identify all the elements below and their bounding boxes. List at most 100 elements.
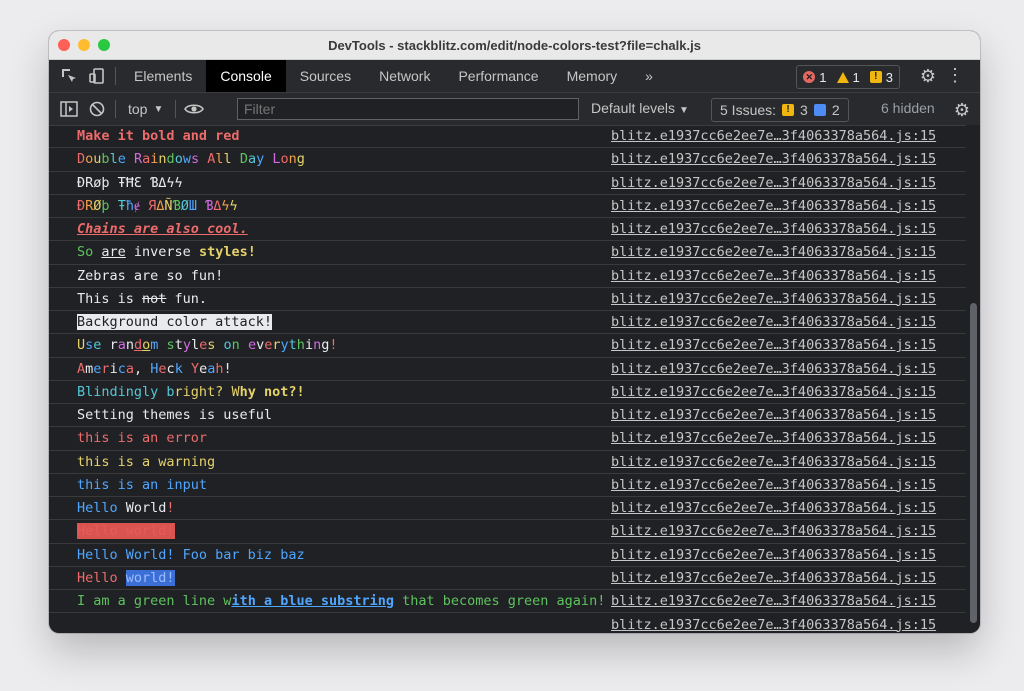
counters[interactable]: ✕ 1 1 ! 3	[796, 65, 900, 89]
inspect-element-icon[interactable]	[55, 60, 83, 92]
source-link[interactable]: blitz.e1937cc6e2ee7e…3f4063378a564.js:15	[611, 430, 936, 446]
settings-gear-icon[interactable]: ⚙	[920, 66, 936, 87]
console-message-row: Hello World! Foo bar biz baz blitz.e1937c…	[49, 544, 966, 567]
console-message-text: this is a warning	[77, 453, 216, 470]
hidden-messages-count: 6 hidden	[881, 100, 935, 116]
console-message-row: So are inverse styles! blitz.e1937cc6e2ee…	[49, 241, 966, 265]
source-link[interactable]: blitz.e1937cc6e2ee7e…3f4063378a564.js:15	[611, 593, 936, 609]
console-message-row: this is an input blitz.e1937cc6e2ee7e…3f4…	[49, 474, 966, 497]
console-message-row: Use random styles on everything! blitz.e1…	[49, 334, 966, 358]
source-link[interactable]: blitz.e1937cc6e2ee7e…3f4063378a564.js:15	[611, 314, 936, 330]
tab-memory[interactable]: Memory	[553, 60, 632, 92]
console-message-row: ÐRØþ Ŧħɇ ЯΔÑƁØШ ƁΔϟϟ blitz.e1937cc6e2ee7e…	[49, 195, 966, 218]
source-link[interactable]: blitz.e1937cc6e2ee7e…3f4063378a564.js:15	[611, 221, 936, 237]
source-link[interactable]: blitz.e1937cc6e2ee7e…3f4063378a564.js:15	[611, 291, 936, 307]
console-message-row: I am a green line with a blue substring …	[49, 590, 966, 614]
console-message-text: Chains are also cool.	[77, 221, 248, 238]
issues-button[interactable]: 5 Issues: ! 3 2	[711, 98, 849, 122]
devtools-window: DevTools - stackblitz.com/edit/node-colo…	[49, 31, 980, 633]
tab-console[interactable]: Console	[206, 60, 286, 92]
more-tabs-button[interactable]: »	[631, 60, 667, 92]
sidebar-toggle-icon[interactable]	[55, 93, 83, 125]
source-link[interactable]: blitz.e1937cc6e2ee7e…3f4063378a564.js:15	[611, 244, 936, 260]
issues-warning-count: 3	[800, 102, 808, 118]
console-message-row: this is an error blitz.e1937cc6e2ee7e…3f4…	[49, 427, 966, 451]
source-link[interactable]: blitz.e1937cc6e2ee7e…3f4063378a564.js:15	[611, 500, 936, 516]
context-label: top	[128, 101, 148, 117]
divider	[115, 100, 116, 118]
source-link[interactable]: blitz.e1937cc6e2ee7e…3f4063378a564.js:15	[611, 268, 936, 284]
console-message-text: this is an error	[77, 430, 208, 447]
console-message-text: Double Raindows All Day Long	[77, 151, 305, 168]
tab-elements[interactable]: Elements	[120, 60, 206, 92]
context-selector[interactable]: top ▼	[120, 101, 171, 117]
devtools-tabbar: Elements Console Sources Network Perform…	[49, 60, 980, 93]
console-message-row: Hello world! blitz.e1937cc6e2ee7e…3f40633…	[49, 567, 966, 590]
console-message-row: Zebras are so fun! blitz.e1937cc6e2ee7e…3…	[49, 265, 966, 288]
log-levels-label: Default levels	[591, 100, 676, 116]
live-expression-eye-icon[interactable]	[180, 93, 208, 125]
source-link[interactable]: blitz.e1937cc6e2ee7e…3f4063378a564.js:15	[611, 477, 936, 493]
clear-console-icon[interactable]	[83, 93, 111, 125]
device-toolbar-icon[interactable]	[83, 60, 111, 92]
console-message-row: this is a warning blitz.e1937cc6e2ee7e…3f…	[49, 451, 966, 474]
console-output: Make it bold and red blitz.e1937cc6e2ee7e…	[49, 125, 966, 633]
error-count: 1	[819, 69, 827, 85]
log-levels-dropdown[interactable]: Default levels ▼	[591, 100, 689, 116]
console-message-row: ÐRøþ ŦĦƐ ƁΔϟϟ blitz.e1937cc6e2ee7e…3f4063…	[49, 172, 966, 195]
title-bar: DevTools - stackblitz.com/edit/node-colo…	[49, 31, 980, 60]
tab-network[interactable]: Network	[365, 60, 444, 92]
console-message-row: Chains are also cool. blitz.e1937cc6e2ee7…	[49, 218, 966, 242]
scrollbar-thumb[interactable]	[970, 303, 977, 623]
console-message-row: Make it bold and red blitz.e1937cc6e2ee7e…	[49, 125, 966, 149]
source-link[interactable]: blitz.e1937cc6e2ee7e…3f4063378a564.js:15	[611, 175, 936, 191]
divider	[115, 67, 116, 85]
tab-performance[interactable]: Performance	[444, 60, 552, 92]
console-message-text: Setting themes is useful	[77, 407, 273, 424]
warning-icon	[836, 71, 849, 83]
console-message-text: Zebras are so fun!	[77, 267, 224, 284]
issue-info-icon	[813, 104, 826, 116]
source-link[interactable]: blitz.e1937cc6e2ee7e…3f4063378a564.js:15	[611, 407, 936, 423]
console-message-text: I am a green line with a blue substring …	[77, 593, 606, 610]
console-message-row: This is not fun. blitz.e1937cc6e2ee7e…3f4…	[49, 288, 966, 311]
source-link[interactable]: blitz.e1937cc6e2ee7e…3f4063378a564.js:15	[611, 198, 936, 214]
console-message-row: Hello world! blitz.e1937cc6e2ee7e…3f40633…	[49, 520, 966, 544]
tab-sources[interactable]: Sources	[286, 60, 365, 92]
console-message-row: Blindingly bright? Why not?! blitz.e1937c…	[49, 381, 966, 404]
console-message-row: America, Heck Yeah! blitz.e1937cc6e2ee7e……	[49, 358, 966, 381]
source-link[interactable]: blitz.e1937cc6e2ee7e…3f4063378a564.js:15	[611, 337, 936, 353]
chevron-down-icon: ▼	[153, 103, 164, 115]
source-link[interactable]: blitz.e1937cc6e2ee7e…3f4063378a564.js:15	[611, 617, 936, 633]
issue-warning-icon: !	[782, 104, 795, 116]
more-options-icon[interactable]: ⋮	[946, 65, 964, 86]
console-settings-gear-icon[interactable]: ⚙	[954, 100, 970, 121]
source-link[interactable]: blitz.e1937cc6e2ee7e…3f4063378a564.js:15	[611, 547, 936, 563]
source-link[interactable]: blitz.e1937cc6e2ee7e…3f4063378a564.js:15	[611, 523, 936, 539]
source-link[interactable]: blitz.e1937cc6e2ee7e…3f4063378a564.js:15	[611, 361, 936, 377]
console-message-row: blitz.e1937cc6e2ee7e…3f4063378a564.js:15	[49, 613, 966, 633]
source-link[interactable]: blitz.e1937cc6e2ee7e…3f4063378a564.js:15	[611, 454, 936, 470]
console-message-text: Blindingly bright? Why not?!	[77, 383, 305, 400]
warning-count: 1	[852, 69, 860, 85]
issue-count: 3	[885, 69, 893, 85]
source-link[interactable]: blitz.e1937cc6e2ee7e…3f4063378a564.js:15	[611, 384, 936, 400]
console-message-text: Hello World!	[77, 500, 175, 517]
source-link[interactable]: blitz.e1937cc6e2ee7e…3f4063378a564.js:15	[611, 570, 936, 586]
console-message-text: Make it bold and red	[77, 128, 240, 145]
issue-icon: !	[869, 71, 882, 83]
source-link[interactable]: blitz.e1937cc6e2ee7e…3f4063378a564.js:15	[611, 128, 936, 144]
scrollbar[interactable]	[966, 125, 980, 633]
console-message-text: This is not fun.	[77, 290, 208, 307]
console-message-text: Hello world!	[77, 523, 175, 540]
console-message-text: Use random styles on everything!	[77, 337, 338, 354]
console-message-text: ÐRøþ ŦĦƐ ƁΔϟϟ	[77, 174, 183, 191]
source-link[interactable]: blitz.e1937cc6e2ee7e…3f4063378a564.js:15	[611, 151, 936, 167]
console-message-row: Setting themes is useful blitz.e1937cc6e2…	[49, 404, 966, 428]
error-icon: ✕	[803, 71, 816, 83]
console-toolbar: top ▼ Default levels ▼ 5 Issues: ! 3 2 6 …	[49, 93, 980, 126]
console-message-row: Hello World! blitz.e1937cc6e2ee7e…3f40633…	[49, 497, 966, 521]
divider	[175, 100, 177, 118]
window-title: DevTools - stackblitz.com/edit/node-colo…	[328, 38, 701, 53]
filter-input[interactable]	[237, 98, 579, 120]
